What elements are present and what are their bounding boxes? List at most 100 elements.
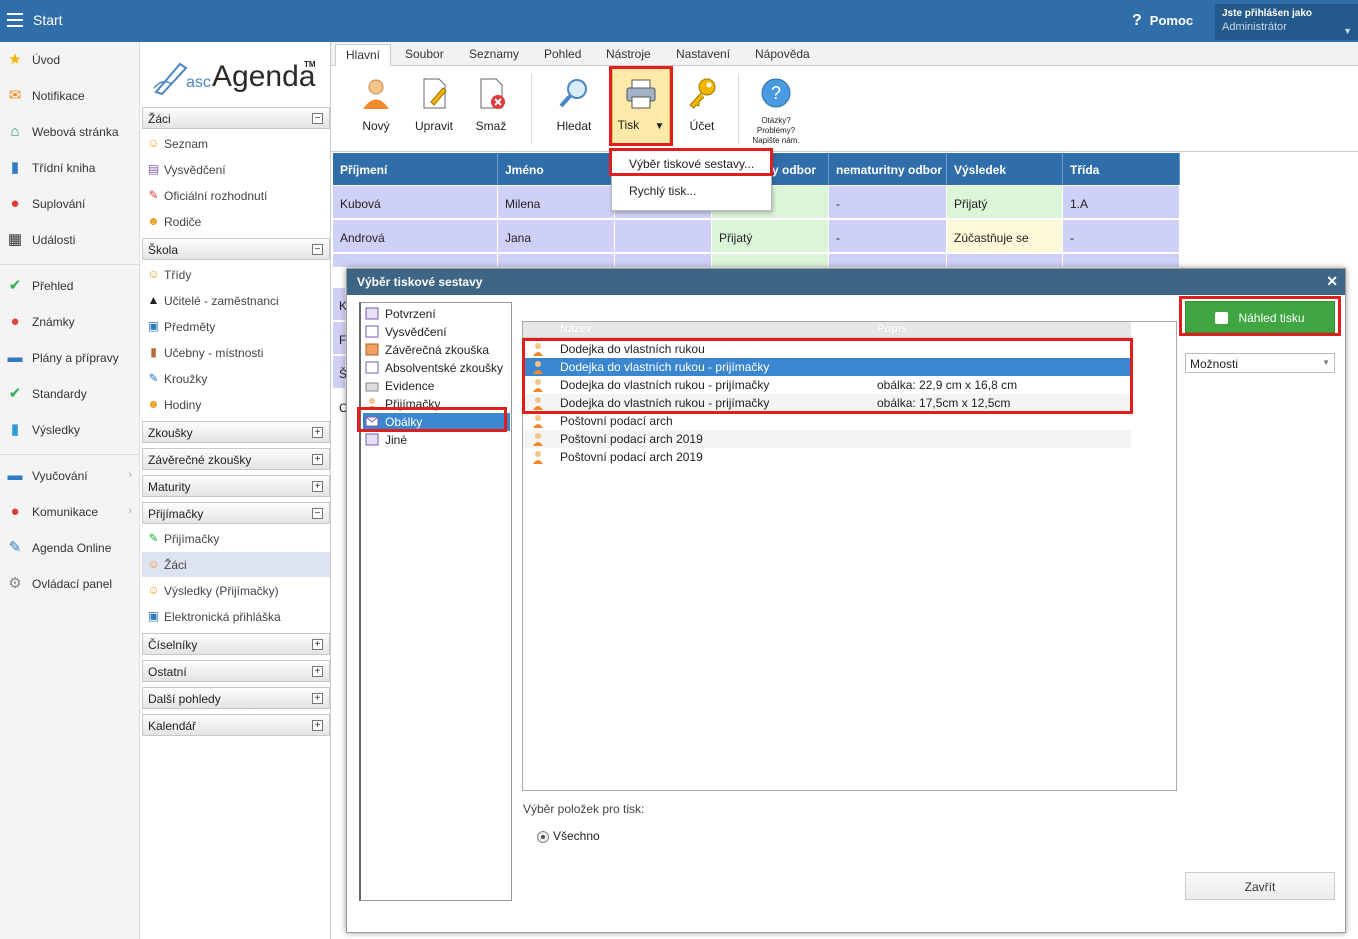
tree-item-jine[interactable]: Jiné (363, 431, 510, 449)
section-ostatni[interactable]: Ostatní + (142, 660, 330, 682)
table-cell[interactable] (829, 254, 947, 268)
sub-item-vysledky-prijimacky[interactable]: ☺ Výsledky (Přijímačky) (142, 578, 330, 603)
edit-button[interactable]: Upravit (404, 76, 464, 140)
sub-item-zaci-selected[interactable]: ☺ Žáci (142, 552, 330, 577)
table-cell[interactable]: - (1063, 220, 1180, 253)
sub-item-predmety[interactable]: ▣ Předměty (142, 314, 330, 339)
nav-item-3[interactable]: ⌂ Webová stránka (0, 118, 140, 146)
options-select[interactable]: Možnosti ▼ (1185, 353, 1335, 373)
list-item[interactable]: Dodejka do vlastních rukou (523, 340, 1131, 358)
list-item-selected[interactable]: Dodejka do vlastních rukou - prijímačky (523, 358, 1131, 376)
delete-button[interactable]: Smaž (461, 76, 521, 140)
table-cell[interactable] (1063, 254, 1180, 268)
tab-seznamy[interactable]: Seznamy (469, 47, 519, 61)
search-button[interactable]: Hledat (544, 76, 604, 140)
column-header-nematuritny[interactable]: nematuritny odbor (829, 153, 947, 185)
print-caret-icon[interactable]: ▼ (655, 121, 665, 132)
tab-soubor[interactable]: Soubor (405, 47, 444, 61)
table-cell[interactable]: Přijatý (947, 186, 1063, 219)
expand-icon[interactable]: + (312, 427, 323, 438)
tree-item-absolventske[interactable]: Absolventské zkoušky (363, 359, 510, 377)
questions-button[interactable]: ? Otázky? Problémy? Napište nám. (746, 76, 806, 145)
nav-item-8[interactable]: ● Známky (0, 308, 140, 336)
list-item[interactable]: Poštovní podací arch 2019 (523, 448, 1131, 466)
menu-item-quick-print[interactable]: Rychlý tisk... (629, 184, 696, 198)
tree-item-obalky-selected[interactable]: Obálky (363, 413, 510, 431)
table-cell[interactable]: Přijatý (712, 254, 829, 268)
list-item[interactable]: Poštovní podací arch 2019 (523, 430, 1131, 448)
nav-item-11[interactable]: ▮ Výsledky (0, 416, 140, 444)
nav-item-13[interactable]: ● Komunikace › (0, 498, 140, 526)
section-skola[interactable]: Škola − (142, 238, 330, 260)
table-cell[interactable]: Jan (498, 254, 615, 268)
nav-item-10[interactable]: ✔ Standardy (0, 380, 140, 408)
column-header-vysledek[interactable]: Výsledek (947, 153, 1063, 185)
section-zaverecne[interactable]: Závěrečné zkoušky + (142, 448, 330, 470)
table-cell[interactable]: Kubová (333, 186, 498, 219)
table-cell[interactable] (615, 254, 712, 268)
expand-icon[interactable]: + (312, 639, 323, 650)
nav-item-9[interactable]: ▬ Plány a přípravy (0, 344, 140, 372)
nav-item-4[interactable]: ▮ Třídní kniha (0, 154, 140, 182)
tab-napoveda[interactable]: Nápověda (755, 47, 810, 61)
nav-item-2[interactable]: ✉ Notifikace (0, 82, 140, 110)
table-cell[interactable]: - (829, 220, 947, 253)
section-zkousky[interactable]: Zkoušky + (142, 421, 330, 443)
expand-icon[interactable]: + (312, 693, 323, 704)
radio-all[interactable]: Všechno (537, 829, 600, 843)
collapse-icon[interactable]: − (312, 244, 323, 255)
list-item[interactable]: Dodejka do vlastních rukou - prijímačky o… (523, 376, 1131, 394)
column-header-trida[interactable]: Třída (1063, 153, 1180, 185)
expand-icon[interactable]: + (312, 666, 323, 677)
new-button[interactable]: Nový (346, 76, 406, 140)
tree-item-prijimacky[interactable]: Přijímačky (363, 395, 510, 413)
expand-icon[interactable]: + (312, 481, 323, 492)
start-link[interactable]: Start (33, 12, 63, 28)
table-cell[interactable]: Zúčastňuje se (947, 220, 1063, 253)
section-ciselniky[interactable]: Číselníky + (142, 633, 330, 655)
tree-item-vysvedceni[interactable]: Vysvědčení (363, 323, 510, 341)
table-cell[interactable]: Andrová (333, 220, 498, 253)
sub-item-rodice[interactable]: ☻ Rodiče (142, 209, 330, 234)
nav-item-15[interactable]: ⚙ Ovládací panel (0, 570, 140, 598)
table-cell[interactable] (947, 254, 1063, 268)
column-header-jmeno[interactable]: Jméno (498, 153, 615, 185)
section-maturity[interactable]: Maturity + (142, 475, 330, 497)
print-preview-button[interactable]: Náhled tisku (1185, 301, 1335, 333)
table-cell[interactable]: F (333, 322, 346, 355)
table-cell[interactable]: - (829, 186, 947, 219)
table-cell[interactable]: 1.A (1063, 186, 1180, 219)
table-cell[interactable]: Š (333, 356, 347, 389)
table-cell[interactable]: Milena (498, 186, 615, 219)
column-header-nazev[interactable]: Název (560, 323, 592, 335)
sub-item-hodiny[interactable]: ☻ Hodiny (142, 392, 330, 417)
hamburger-menu-icon[interactable] (7, 13, 23, 27)
tab-nastaveni[interactable]: Nastavení (676, 47, 730, 61)
nav-item-14[interactable]: ✎ Agenda Online (0, 534, 140, 562)
sub-item-vysvedceni[interactable]: ▤ Vysvědčení (142, 157, 330, 182)
expand-icon[interactable]: + (312, 454, 323, 465)
tab-hlavni[interactable]: Hlavní (335, 44, 392, 67)
expand-icon[interactable]: + (312, 720, 323, 731)
tree-item-evidence[interactable]: Evidence (363, 377, 510, 395)
column-header-prijmeni[interactable]: Příjmení (333, 153, 498, 185)
tab-pohled[interactable]: Pohled (544, 47, 581, 61)
user-menu[interactable]: Jste přihlášen jako Administrátor ▼ (1215, 4, 1358, 40)
print-button[interactable]: Tisk ▼ (612, 66, 670, 144)
close-icon[interactable]: ✕ (1326, 273, 1338, 290)
tree-item-potvrzeni[interactable]: Potvrzení (363, 305, 510, 323)
sub-item-krouzky[interactable]: ✎ Kroužky (142, 366, 330, 391)
nav-item-1[interactable]: ★ Úvod (0, 46, 140, 74)
close-button[interactable]: Zavřít (1185, 872, 1335, 900)
column-header-popis[interactable]: Popis (877, 323, 907, 335)
sub-item-tridy[interactable]: ☺ Třídy (142, 262, 330, 287)
tree-item-zaverecna[interactable]: Závěrečná zkouška (363, 341, 510, 359)
table-cell[interactable]: C (333, 390, 348, 423)
radio-button-icon[interactable] (537, 830, 549, 843)
sub-item-ucebny[interactable]: ▮ Učebny - místnosti (142, 340, 330, 365)
table-cell[interactable]: Jana (498, 220, 615, 253)
nav-item-6[interactable]: ▦ Události (0, 226, 140, 254)
sub-item-seznam[interactable]: ☺ Seznam (142, 131, 330, 156)
list-item[interactable]: Dodejka do vlastních rukou - prijímačky o… (523, 394, 1131, 412)
section-dalsi[interactable]: Další pohledy + (142, 687, 330, 709)
